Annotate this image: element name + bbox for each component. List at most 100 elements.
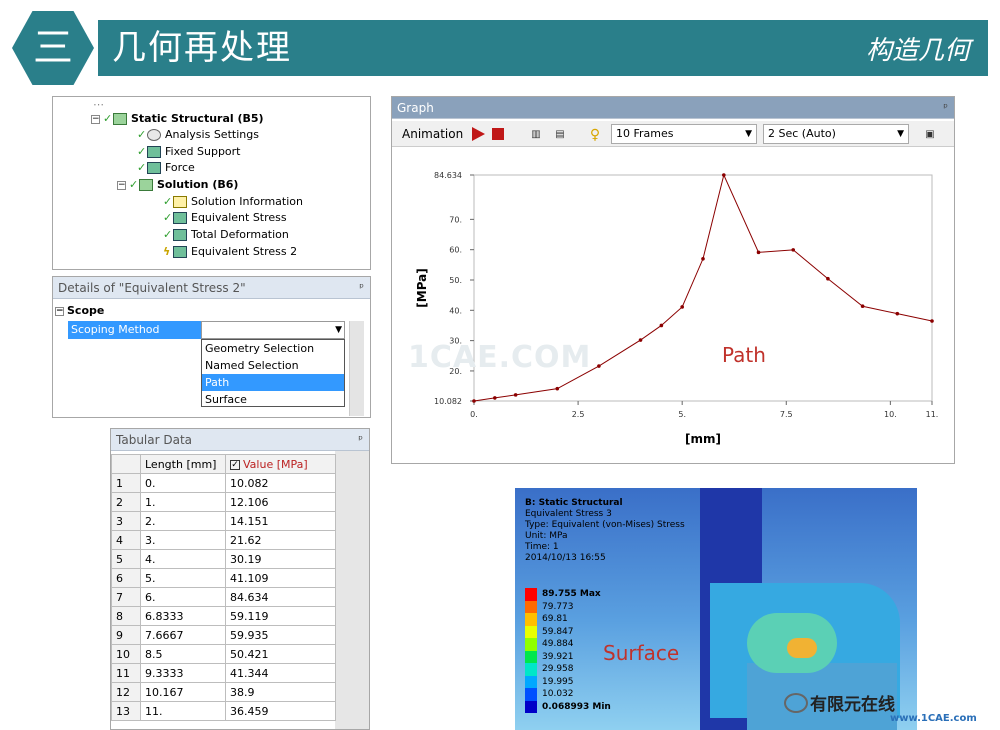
data-point — [472, 399, 476, 403]
legend-label: 19.995 — [542, 676, 574, 687]
option-path[interactable]: Path — [202, 374, 344, 391]
tree-item-force[interactable]: ✓ Force — [137, 160, 195, 176]
site-watermark: 有限元在线 — [810, 695, 895, 715]
scoping-method-select[interactable]: ▼ — [201, 321, 345, 339]
table-row[interactable]: 6 5. 41.109 — [111, 568, 336, 588]
value-header[interactable]: ✓ Value [MPa] — [225, 454, 336, 474]
length-cell: 11. — [140, 701, 226, 721]
table-row[interactable]: 13 11. 36.459 — [111, 701, 336, 721]
info-line: B: Static Structural — [525, 498, 623, 508]
row-number-cell: 6 — [111, 568, 141, 588]
tree-item-solution-information[interactable]: ✓ Solution Information — [163, 194, 303, 210]
legend-swatch — [525, 588, 537, 601]
table-row[interactable]: 4 3. 21.62 — [111, 530, 336, 550]
tree-item-label: Total Deformation — [191, 228, 289, 241]
table-row[interactable]: 2 1. 12.106 — [111, 492, 336, 512]
result-info: B: Static Structural Equivalent Stress 3… — [525, 498, 685, 564]
value-cell: 14.151 — [225, 511, 336, 531]
tree-item-total-deformation[interactable]: ✓ Total Deformation — [163, 227, 289, 243]
option-named-selection[interactable]: Named Selection — [202, 357, 344, 374]
lightbulb-icon[interactable]: ♀ — [585, 126, 605, 143]
frames-select[interactable]: 10 Frames ▼ — [611, 124, 757, 144]
result-icon — [173, 246, 187, 258]
tree-item-equivalent-stress-2[interactable]: ϟ Equivalent Stress 2 — [163, 244, 297, 260]
row-number-cell: 2 — [111, 492, 141, 512]
x-tick-label: 10. — [884, 410, 897, 419]
pin-icon[interactable]: ᵖ — [359, 277, 364, 299]
outline-tree[interactable]: ⋯ − ✓ Static Structural (B5) ✓ Analysis Set… — [52, 96, 371, 270]
length-cell: 4. — [140, 549, 226, 569]
collapse-icon[interactable]: − — [117, 180, 126, 190]
animation-toolbar: Animation ▥ ▤ ♀ 10 Frames ▼ 2 Sec (Auto) ▼… — [392, 121, 954, 147]
data-point — [895, 311, 900, 316]
table-row[interactable]: 3 2. 14.151 — [111, 511, 336, 531]
surface-annotation: Surface — [603, 641, 680, 665]
tabular-header: Tabular Data ᵖ — [111, 429, 369, 451]
distributed-frames-icon[interactable]: ▥ — [526, 126, 546, 142]
check-icon: ✓ — [129, 178, 139, 191]
info-line: Unit: MPa — [525, 531, 568, 541]
table-row[interactable]: 1 0. 10.082 — [111, 473, 336, 493]
value-cell: 50.421 — [225, 644, 336, 664]
play-icon[interactable] — [472, 127, 485, 141]
info-line: Type: Equivalent (von-Mises) Stress — [525, 520, 685, 530]
data-point — [638, 338, 643, 342]
x-axis-label: [mm] — [685, 432, 721, 446]
table-row[interactable]: 11 9.3333 41.344 — [111, 663, 336, 683]
tree-item-fixed-support[interactable]: ✓ Fixed Support — [137, 144, 241, 160]
check-icon: ✓ — [137, 145, 147, 158]
table-row[interactable]: 12 10.167 38.9 — [111, 682, 336, 702]
option-surface[interactable]: Surface — [202, 391, 344, 408]
table-row[interactable]: 5 4. 30.19 — [111, 549, 336, 569]
export-video-icon[interactable]: ▣ — [920, 126, 940, 142]
chevron-down-icon[interactable]: ▼ — [897, 125, 904, 143]
length-header[interactable]: Length [mm] — [140, 454, 226, 474]
scope-group[interactable]: − Scope — [55, 303, 104, 319]
row-number-cell: 8 — [111, 606, 141, 626]
pin-icon[interactable]: ᵖ — [943, 97, 948, 119]
tree-item-static-structural[interactable]: − ✓ Static Structural (B5) — [91, 111, 264, 127]
tree-item-solution[interactable]: − ✓ Solution (B6) — [117, 177, 238, 193]
data-point — [701, 256, 705, 261]
option-geometry-selection[interactable]: Geometry Selection — [202, 340, 344, 357]
scoping-method-dropdown[interactable]: Geometry Selection Named Selection Path … — [201, 339, 345, 407]
table-row[interactable]: 7 6. 84.634 — [111, 587, 336, 607]
check-icon: ✓ — [103, 112, 113, 125]
legend-swatch — [525, 638, 537, 651]
legend-swatch — [525, 688, 537, 701]
x-tick-label: 5. — [678, 410, 686, 419]
table-row[interactable]: 9 7.6667 59.935 — [111, 625, 336, 645]
graph-title: Graph — [397, 101, 434, 115]
table-row[interactable]: 8 6.8333 59.119 — [111, 606, 336, 626]
legend-swatch — [525, 613, 537, 626]
watermark: 1CAE.COM — [408, 340, 592, 375]
row-number-cell: 12 — [111, 682, 141, 702]
chevron-down-icon[interactable]: ▼ — [745, 125, 752, 143]
pin-icon[interactable]: ᵖ — [358, 429, 363, 451]
tree-item-label: Force — [165, 161, 195, 174]
checkbox-icon[interactable]: ✓ — [230, 459, 240, 470]
details-scrollbar[interactable] — [349, 321, 364, 416]
tabular-data-panel: Tabular Data ᵖ Length [mm] ✓ Value [MPa] … — [110, 428, 370, 730]
slide-subtitle: 构造几何 — [865, 36, 970, 66]
length-cell: 5. — [140, 568, 226, 588]
x-tick-label: 11. — [926, 410, 939, 419]
info-line: Equivalent Stress 3 — [525, 509, 612, 519]
duration-select[interactable]: 2 Sec (Auto) ▼ — [763, 124, 909, 144]
x-tick-label: 0. — [470, 410, 478, 419]
x-tick-label: 2.5 — [572, 410, 585, 419]
chevron-down-icon[interactable]: ▼ — [335, 322, 342, 338]
value-cell: 30.19 — [225, 549, 336, 569]
row-number-cell: 13 — [111, 701, 141, 721]
table-row[interactable]: 10 8.5 50.421 — [111, 644, 336, 664]
details-panel: Details of "Equivalent Stress 2" ᵖ − Scop… — [52, 276, 371, 418]
collapse-icon[interactable]: − — [91, 114, 100, 124]
collapse-icon[interactable]: − — [55, 306, 64, 316]
tree-item-analysis-settings[interactable]: ✓ Analysis Settings — [137, 127, 259, 143]
length-cell: 7.6667 — [140, 625, 226, 645]
stop-icon[interactable] — [492, 128, 504, 140]
info-line: 2014/10/13 16:55 — [525, 553, 606, 563]
tree-item-equivalent-stress[interactable]: ✓ Equivalent Stress — [163, 210, 287, 226]
result-frames-icon[interactable]: ▤ — [550, 126, 570, 142]
legend-label: 49.884 — [542, 639, 574, 649]
